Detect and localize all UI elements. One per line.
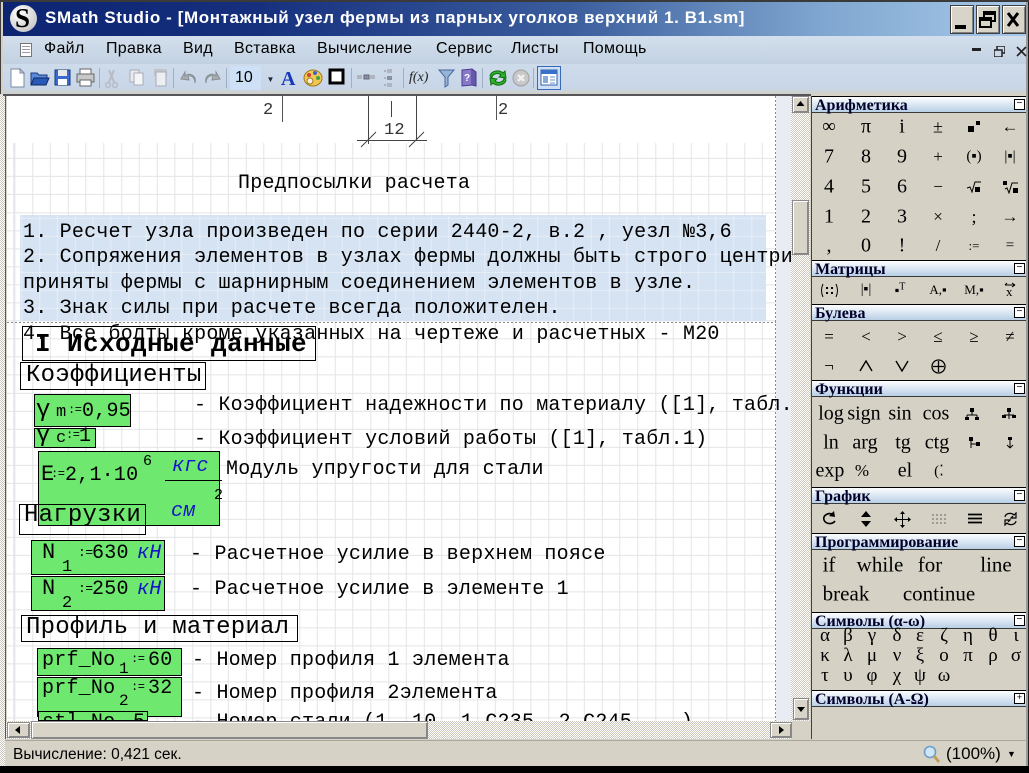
svg-text:x: x xyxy=(1006,284,1013,298)
svg-text:?: ? xyxy=(464,73,470,84)
